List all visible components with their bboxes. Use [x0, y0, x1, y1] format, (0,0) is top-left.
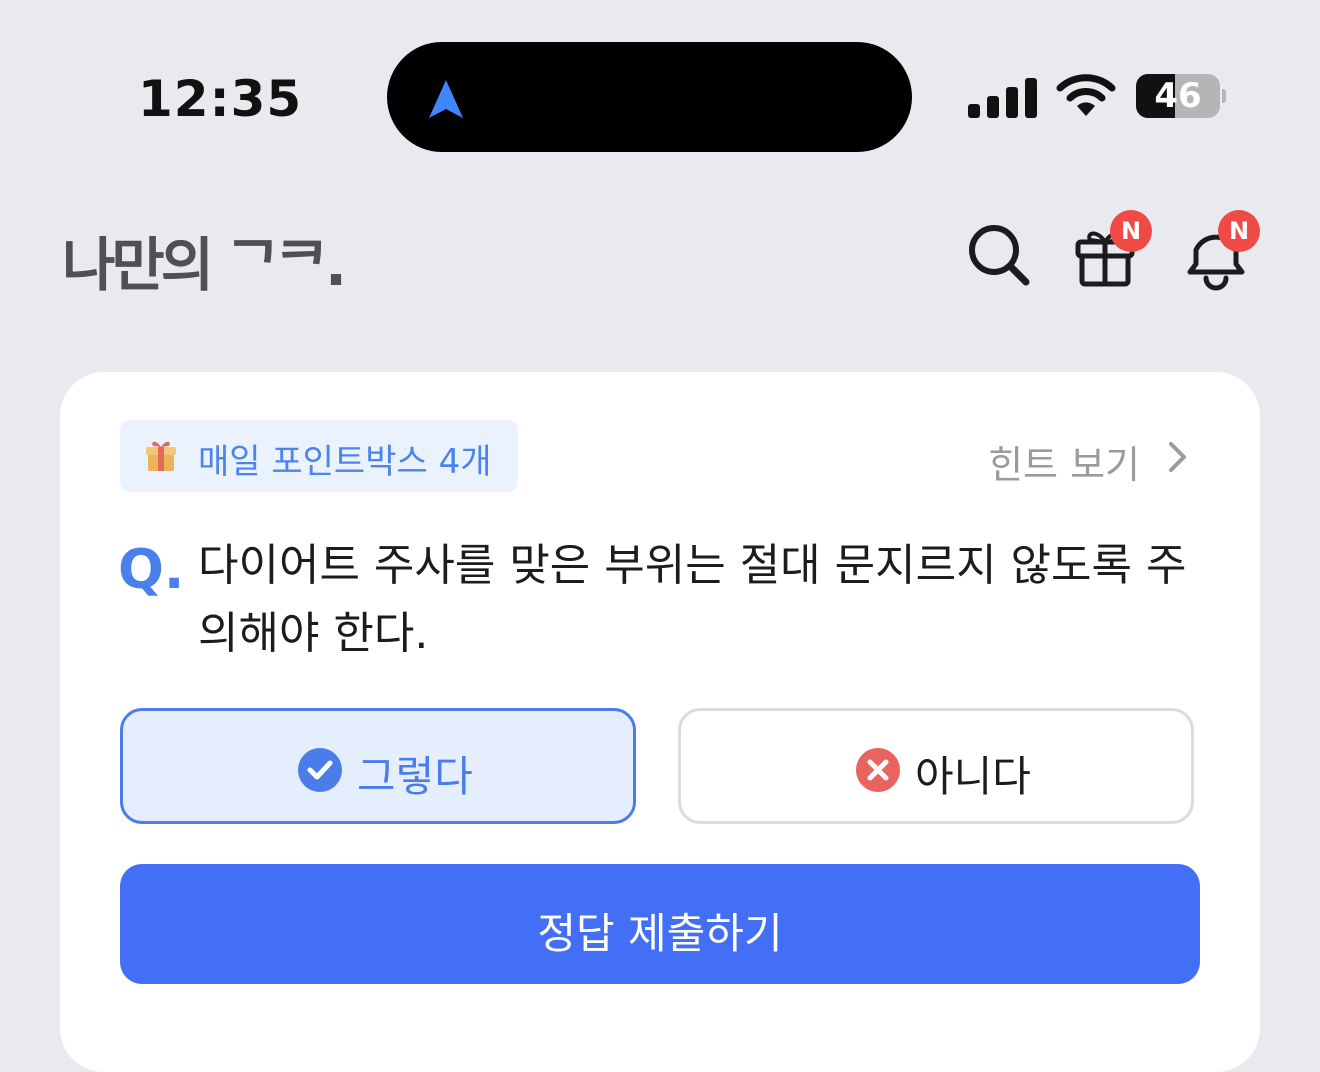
answer-no-label: 아니다	[915, 752, 1031, 801]
submit-answer-button[interactable]: 정답 제출하기	[120, 864, 1200, 984]
bell-notification-badge: N	[1218, 210, 1260, 252]
battery-percent: 46	[1154, 76, 1202, 116]
answer-no-button[interactable]: 아니다	[678, 708, 1194, 824]
search-icon	[969, 225, 1030, 286]
daily-pointbox-chip[interactable]: 매일 포인트박스 4개	[120, 420, 518, 492]
gift-notification-badge: N	[1110, 210, 1152, 252]
app-logo[interactable]: 나만의 ᄀᄏ.	[62, 218, 347, 302]
x-circle-icon	[855, 747, 901, 797]
battery-indicator: 46	[1136, 74, 1226, 120]
location-arrow-icon	[425, 78, 467, 124]
cellular-signal-icon	[968, 76, 1038, 122]
dynamic-island	[387, 42, 912, 152]
question-mark-label: Q.	[118, 538, 185, 601]
quiz-card: 매일 포인트박스 4개 힌트 보기 Q. 다이어트 주사를 맞은 부위는 절대 …	[60, 372, 1260, 1072]
hint-link[interactable]: 힌트 보기	[988, 434, 1140, 489]
notifications-button[interactable]: N	[1180, 210, 1260, 294]
check-circle-icon	[297, 747, 343, 797]
submit-answer-label: 정답 제출하기	[537, 909, 783, 958]
search-button[interactable]	[966, 222, 1038, 294]
app-screen: 12:35 46 나만의 ᄀᄏ. N N 매일 포인트박스 4개 힌트 보기 Q…	[0, 0, 1320, 1072]
pointbox-label: 매일 포인트박스 4개	[198, 442, 492, 482]
status-time: 12:35	[138, 70, 303, 128]
question-text: 다이어트 주사를 맞은 부위는 절대 문지르지 않도록 주의해야 한다.	[198, 540, 1187, 659]
wifi-icon	[1056, 72, 1116, 122]
chevron-right-icon	[1164, 440, 1190, 478]
answer-yes-button[interactable]: 그렇다	[120, 708, 636, 824]
gift-box-icon	[146, 439, 176, 477]
answer-yes-label: 그렇다	[357, 752, 473, 801]
gift-button[interactable]: N	[1072, 210, 1152, 294]
